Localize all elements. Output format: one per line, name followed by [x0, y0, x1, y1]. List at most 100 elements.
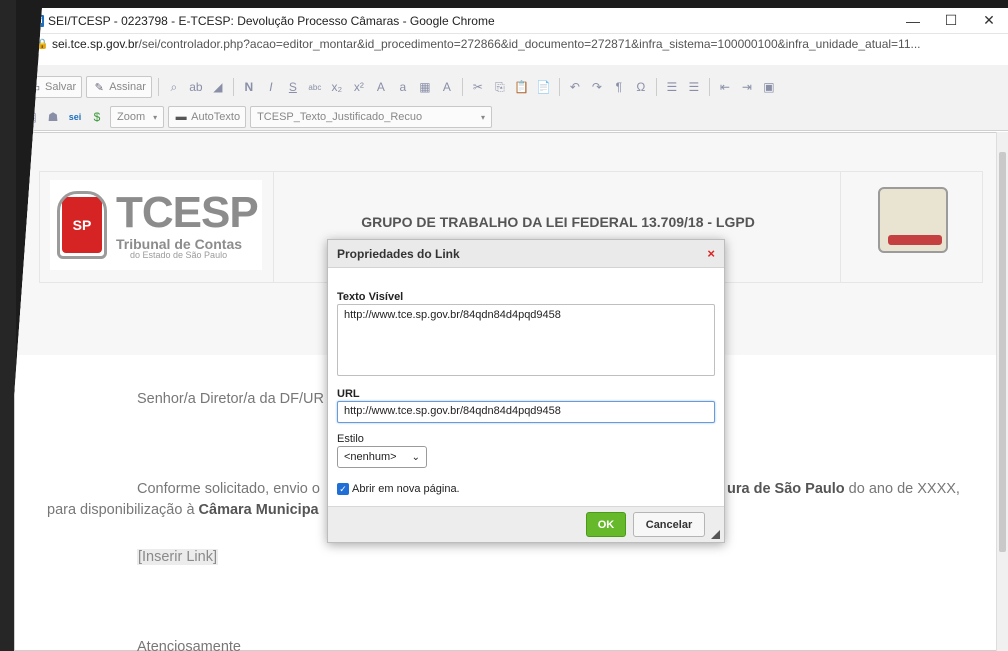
title-bar: sei SEI/TCESP - 0223798 - E-TCESP: Devol…	[14, 8, 1008, 34]
subscript-icon[interactable]: x₂	[328, 78, 346, 96]
visible-text-label: Texto Visível	[337, 291, 404, 303]
autotext-button[interactable]: ▬ AutoTexto	[168, 106, 247, 128]
dialog-header: Propriedades do Link ×	[328, 240, 724, 268]
table-icon[interactable]: ▦	[22, 108, 40, 126]
zoom-select[interactable]: Zoom ▾	[110, 106, 165, 128]
paragraph-end: do ano de XXXX,	[844, 481, 960, 497]
address-bar[interactable]: 🔒 sei.tce.sp.gov.br/sei/controlador.php?…	[14, 34, 1008, 54]
sp-seal-icon: SP	[57, 191, 107, 259]
open-new-page-option[interactable]: ✓ Abrir em nova página.	[337, 483, 460, 495]
superscript-icon[interactable]: x²	[350, 78, 368, 96]
paste-icon[interactable]: 📋	[513, 78, 531, 96]
header-logo-cell: SP TCESP Tribunal de Contas do Estado de…	[40, 172, 274, 282]
dollar-icon[interactable]: $	[88, 108, 106, 126]
underline-icon[interactable]: S	[284, 78, 302, 96]
style-dropdown[interactable]: <nenhum> ⌄	[337, 446, 427, 468]
italic-icon[interactable]: I	[262, 78, 280, 96]
chevron-down-icon: ▾	[153, 112, 158, 122]
eraser-icon[interactable]: ◢	[209, 78, 227, 96]
sign-label: Assinar	[109, 81, 146, 93]
bold-icon[interactable]: N	[240, 78, 258, 96]
cancel-button[interactable]: Cancelar	[633, 512, 705, 537]
style-label: Estilo	[337, 433, 364, 445]
chevron-down-icon: ▾	[481, 112, 486, 122]
undo-icon[interactable]: ↶	[566, 78, 584, 96]
logo-line1: Tribunal de Contas	[116, 235, 243, 252]
ordered-list-icon[interactable]: ☰	[663, 78, 681, 96]
toolbar-separator	[708, 78, 710, 96]
closing-text: Atenciosamente	[137, 639, 241, 651]
background-edge	[0, 0, 16, 651]
insert-link-placeholder[interactable]: [Inserir Link]	[137, 549, 218, 565]
crest-icon	[863, 180, 963, 260]
minimize-button[interactable]: —	[894, 13, 932, 29]
visible-text-field[interactable]: http://www.tce.sp.gov.br/84qdn84d4pqd945…	[337, 304, 715, 376]
url-label: URL	[337, 388, 360, 400]
url-text[interactable]: sei.tce.sp.gov.br/sei/controlador.php?ac…	[52, 37, 921, 51]
close-window-button[interactable]: ✕	[970, 12, 1008, 29]
lowercase-icon[interactable]: a	[394, 78, 412, 96]
logo-text: TCESP Tribunal de Contas do Estado de Sã…	[116, 187, 259, 260]
image-icon[interactable]: ▣	[760, 78, 778, 96]
unordered-list-icon[interactable]: ☰	[685, 78, 703, 96]
toolbar-separator	[655, 78, 657, 96]
sei-icon[interactable]: sei	[66, 108, 84, 126]
toolbar-row-2: ▦ ☗ sei $ Zoom ▾ ▬ AutoTexto TCESP_Texto…	[22, 105, 493, 129]
table-insert-icon[interactable]: ▦	[416, 78, 434, 96]
sign-button[interactable]: ✎ Assinar	[86, 76, 152, 98]
toolbar-separator	[157, 78, 159, 96]
paragraph-line2: para disponibilização à Câmara Municipa	[47, 502, 319, 518]
indent-icon[interactable]: ⇥	[738, 78, 756, 96]
window-title: SEI/TCESP - 0223798 - E-TCESP: Devolução…	[48, 13, 495, 28]
omega-icon[interactable]: Ω	[632, 78, 650, 96]
style-select-value: TCESP_Texto_Justificado_Recuo	[257, 111, 423, 123]
maximize-button[interactable]: ☐	[932, 12, 970, 29]
editor-toolbar: ▭ Salvar ✎ Assinar ⌕ ab ◢ N I Sabc x₂ x² Aa ▦ A ✂ ⎘ 📋…	[14, 65, 1008, 131]
logo-line2: do Estado de São Paulo	[130, 249, 228, 260]
url-field[interactable]: http://www.tce.sp.gov.br/84qdn84d4pqd945…	[337, 401, 715, 423]
tcesp-logo: SP TCESP Tribunal de Contas do Estado de…	[50, 180, 262, 270]
outdent-icon[interactable]: ⇤	[716, 78, 734, 96]
lock-icon: 🔒	[36, 38, 49, 50]
toolbar-row-1: ▭ Salvar ✎ Assinar ⌕ ab ◢ N I Sabc x₂ x² Aa ▦ A ✂ ⎘ 📋…	[22, 75, 778, 99]
toolbar-separator	[232, 78, 234, 96]
chevron-down-icon: ⌄	[411, 451, 420, 463]
paste-text-icon[interactable]: 📄	[535, 78, 553, 96]
ok-button[interactable]: OK	[586, 512, 626, 537]
logo-brand: TCESP	[116, 187, 259, 237]
insert-link-text: [Inserir Link]	[137, 549, 218, 565]
resize-grip-icon[interactable]	[711, 530, 720, 539]
style-select[interactable]: TCESP_Texto_Justificado_Recuo ▾	[250, 106, 493, 128]
autotext-label: AutoTexto	[191, 111, 241, 123]
checkbox-checked-icon[interactable]: ✓	[337, 483, 349, 495]
save-label: Salvar	[45, 81, 77, 93]
find-icon[interactable]: ⌕	[165, 78, 183, 96]
save-button[interactable]: ▭ Salvar	[22, 76, 83, 98]
greeting-text: Senhor/a Diretor/a da DF/UR	[137, 391, 324, 407]
pen-icon: ✎	[94, 81, 104, 94]
uppercase-icon[interactable]: A	[372, 78, 390, 96]
dialog-title: Propriedades do Link	[337, 246, 460, 261]
url-host: sei.tce.sp.gov.br	[52, 37, 139, 51]
vertical-scrollbar[interactable]	[996, 132, 1008, 651]
paragraph-start: Conforme solicitado, envio o	[137, 481, 320, 497]
cut-icon[interactable]: ✂	[469, 78, 487, 96]
scrollbar-thumb[interactable]	[999, 152, 1006, 552]
dialog-footer: OK Cancelar	[328, 506, 724, 542]
toolbar-separator	[558, 78, 560, 96]
link-properties-dialog: Propriedades do Link × Texto Visível htt…	[327, 239, 725, 543]
redo-icon[interactable]: ↷	[588, 78, 606, 96]
paragraph2-bold: Câmara Municipa	[198, 502, 319, 518]
save-icon: ▭	[29, 81, 41, 94]
paragraph-bold-right: ura de São Paulo	[727, 481, 845, 497]
close-icon[interactable]: ×	[707, 246, 715, 261]
style-dropdown-value: <nenhum>	[344, 451, 397, 463]
font-color-icon[interactable]: A	[438, 78, 456, 96]
zoom-label: Zoom	[117, 111, 146, 123]
paragraph-icon[interactable]: ¶	[610, 78, 628, 96]
comment-icon: ▬	[175, 111, 187, 123]
strike-icon[interactable]: abc	[306, 78, 324, 96]
replace-icon[interactable]: ab	[187, 78, 205, 96]
copy-icon[interactable]: ⎘	[491, 78, 509, 96]
people-icon[interactable]: ☗	[44, 108, 62, 126]
